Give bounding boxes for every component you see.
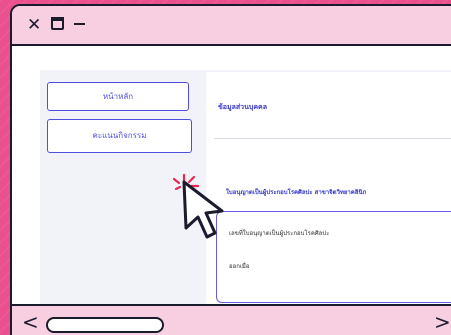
- personal-info-title: ข้อมูลส่วนบุคคล: [218, 103, 267, 111]
- nav-home-button[interactable]: หน้าหลัก: [47, 82, 189, 111]
- restore-icon[interactable]: [51, 17, 64, 30]
- close-icon[interactable]: ✕: [27, 16, 41, 34]
- horizontal-scrollbar[interactable]: < >: [12, 304, 451, 335]
- nav-activity-scores-button[interactable]: คะแนนกิจกรรม: [47, 119, 192, 153]
- window-content: หน้าหลัก คะแนนกิจกรรม ข้อมูลส่วนบุคคล ใบ…: [12, 46, 451, 304]
- mouse-pointer-icon: [182, 180, 224, 239]
- minimize-icon[interactable]: [74, 23, 85, 25]
- page-area: หน้าหลัก คะแนนกิจกรรม ข้อมูลส่วนบุคคล ใบ…: [40, 70, 451, 304]
- license-issued-label: ออกเมื่อ: [229, 263, 250, 270]
- scrollbar-thumb[interactable]: [46, 317, 164, 333]
- license-heading: ใบอนุญาตเป็นผู้ประกอบโรคศิลปะ สาขาจิตวิท…: [226, 189, 367, 196]
- scroll-left-icon[interactable]: <: [22, 310, 39, 334]
- license-number-label: เลขที่ใบอนุญาตเป็นผู้ประกอบโรคศิลปะ: [229, 230, 330, 237]
- section-divider: [214, 138, 451, 139]
- main-panel: ข้อมูลส่วนบุคคล ใบอนุญาตเป็นผู้ประกอบโรค…: [206, 72, 451, 304]
- title-bar: ✕: [12, 6, 451, 46]
- scroll-right-icon[interactable]: >: [434, 310, 451, 334]
- browser-window: ✕ หน้าหลัก คะแนนกิจกรรม ข้อมูลส่วนบุคคล …: [10, 4, 451, 335]
- license-card: เลขที่ใบอนุญาตเป็นผู้ประกอบโรคศิลปะ ออกเ…: [216, 211, 451, 303]
